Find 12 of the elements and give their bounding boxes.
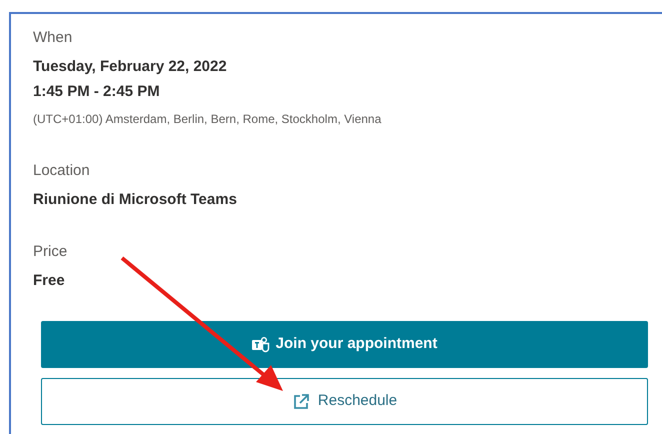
price-text: Free [33, 271, 66, 291]
time-text: 1:45 PM - 2:45 PM [33, 82, 161, 102]
field-label: When [33, 28, 74, 48]
reschedule-button[interactable]: Reschedule [41, 378, 648, 425]
location-text: Riunione di Microsoft Teams [33, 190, 238, 210]
teams-icon [252, 336, 270, 352]
date-text: Tuesday, February 22, 2022 [33, 57, 228, 77]
join-button[interactable]: Join your appointment [41, 321, 648, 368]
timezone-text: (UTC+01:00) Amsterdam, Berlin, Bern, Rome, Stockholm, Vienna [33, 111, 382, 128]
field-label: Price [33, 242, 68, 262]
field-label: Location [33, 161, 91, 181]
external-link-icon [292, 392, 310, 410]
